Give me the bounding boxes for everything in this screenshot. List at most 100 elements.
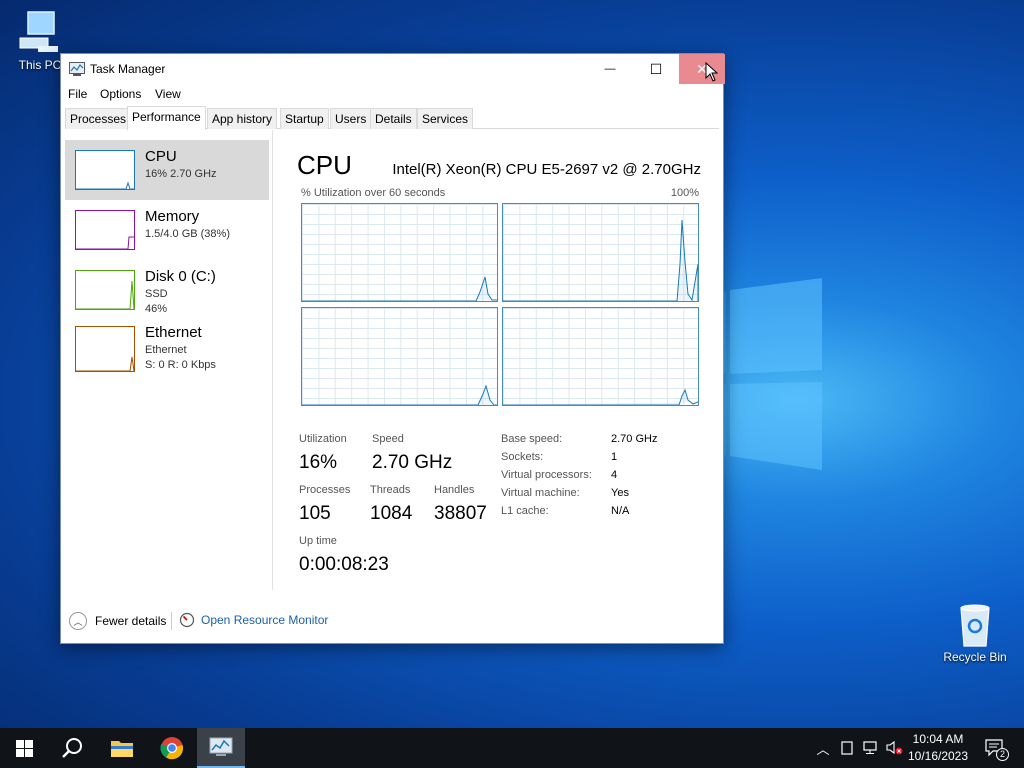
resource-detail-2: 46% [145, 303, 168, 315]
clock-time: 10:04 AM [912, 732, 964, 746]
graph-max-label: 100% [670, 187, 699, 199]
tab-startup[interactable]: Startup [280, 108, 329, 129]
resource-item-disk[interactable]: Disk 0 (C:) SSD 46% [65, 260, 269, 320]
resource-item-ethernet[interactable]: Ethernet Ethernet S: 0 R: 0 Kbps [65, 324, 269, 386]
chrome-icon [160, 737, 184, 760]
spec-label-sockets: Sockets: [501, 451, 544, 463]
tab-processes[interactable]: Processes [65, 108, 132, 129]
start-button[interactable] [0, 728, 48, 768]
resource-monitor-icon [179, 612, 195, 628]
minimize-button[interactable]: — [587, 54, 633, 84]
menu-options[interactable]: Options [100, 87, 141, 101]
spec-label-base-speed: Base speed: [501, 433, 563, 445]
utilization-label: Utilization [299, 433, 347, 445]
spec-label-l1-cache: L1 cache: [501, 505, 549, 517]
tab-app-history[interactable]: App history [207, 108, 278, 129]
resource-name: Ethernet [145, 324, 202, 341]
cpu-core-graph-3 [502, 307, 699, 406]
network-icon [863, 741, 877, 754]
maximize-icon: ☐ [649, 60, 663, 77]
title-bar[interactable]: Task Manager — ☐ ✕ [61, 54, 725, 84]
resource-name: CPU [145, 148, 177, 165]
processes-label: Processes [299, 484, 351, 496]
search-icon [62, 738, 82, 758]
task-manager-taskbar-button[interactable] [197, 728, 245, 768]
chevron-up-icon: ︿ [816, 741, 830, 757]
task-manager-icon [69, 62, 85, 76]
memory-thumbnail-graph [75, 210, 135, 250]
cpu-model-name: Intel(R) Xeon(R) CPU E5-2697 v2 @ 2.70GH… [392, 161, 701, 178]
handles-label: Handles [434, 484, 475, 496]
clock-date: 10/16/2023 [907, 749, 969, 763]
threads-label: Threads [370, 484, 411, 496]
resource-detail: SSD [145, 288, 168, 300]
recycle-bin-label: Recycle Bin [943, 650, 1007, 664]
windows-start-icon [15, 739, 33, 757]
tablet-mode-tray-button[interactable] [836, 728, 858, 768]
maximize-button[interactable]: ☐ [633, 54, 679, 84]
network-tray-button[interactable] [860, 728, 882, 768]
resource-item-memory[interactable]: Memory 1.5/4.0 GB (38%) [65, 200, 269, 260]
ethernet-thumbnail-graph [75, 326, 135, 372]
tab-services[interactable]: Services [417, 108, 474, 129]
open-resource-monitor-link[interactable]: Open Resource Monitor [179, 612, 328, 628]
spec-value-virtual-processors: 4 [611, 469, 618, 481]
task-manager-window: Task Manager — ☐ ✕ File Options View Pro… [60, 53, 725, 644]
notification-count-badge: 2 [996, 748, 1009, 761]
resource-detail-2: S: 0 R: 0 Kbps [145, 359, 216, 371]
menu-view[interactable]: View [155, 87, 181, 101]
taskbar: ︿ 10:04 AM 10/16/2023 2 [0, 728, 1024, 768]
mouse-cursor-icon [705, 62, 719, 82]
computer-icon [19, 11, 58, 52]
action-center-button[interactable]: 2 [980, 728, 1010, 768]
page-title: CPU [297, 150, 352, 180]
cpu-core-graph-0 [301, 203, 498, 302]
menu-bar: File Options View [61, 84, 723, 106]
spec-value-base-speed: 2.70 GHz [611, 433, 658, 445]
search-button[interactable] [48, 728, 96, 768]
uptime-value: 0:00:08:23 [299, 554, 389, 575]
fewer-details-label: Fewer details [95, 614, 167, 628]
open-resource-monitor-label: Open Resource Monitor [201, 613, 329, 627]
tab-users[interactable]: Users [330, 108, 372, 129]
processes-value: 105 [299, 503, 331, 524]
uptime-label: Up time [299, 535, 337, 547]
file-explorer-button[interactable] [98, 728, 146, 768]
tab-details[interactable]: Details [370, 108, 417, 129]
tab-performance[interactable]: Performance [127, 106, 206, 130]
chevron-up-icon: ︿ [69, 612, 87, 630]
this-pc-label: This PC [18, 58, 62, 72]
tablet-icon [841, 741, 853, 755]
spec-value-virtual-machine: Yes [611, 487, 629, 499]
cpu-core-graph-1 [502, 203, 699, 302]
show-hidden-icons-button[interactable]: ︿ [812, 728, 834, 768]
graph-caption: % Utilization over 60 seconds [301, 187, 446, 199]
task-manager-icon [209, 737, 233, 756]
threads-value: 1084 [370, 503, 413, 524]
utilization-value: 16% [299, 452, 338, 473]
resource-detail: 16% 2.70 GHz [145, 168, 217, 180]
cpu-core-graph-2 [301, 307, 498, 406]
handles-value: 38807 [434, 503, 487, 524]
minimize-icon: — [604, 63, 616, 75]
fewer-details-button[interactable]: ︿ Fewer details [69, 612, 166, 630]
file-explorer-icon [111, 741, 133, 757]
spec-value-sockets: 1 [611, 451, 618, 463]
recycle-bin-shortcut[interactable]: Recycle Bin [935, 602, 1015, 664]
footer-divider [171, 612, 172, 630]
spec-label-virtual-processors: Virtual processors: [501, 469, 592, 481]
disk-thumbnail-graph [75, 270, 135, 310]
spec-label-virtual-machine: Virtual machine: [501, 487, 580, 499]
resource-detail: Ethernet [145, 344, 187, 356]
menu-file[interactable]: File [68, 87, 87, 101]
recycle-bin-icon [960, 604, 990, 647]
cpu-thumbnail-graph [75, 150, 135, 190]
resource-detail: 1.5/4.0 GB (38%) [145, 228, 230, 240]
resource-item-cpu[interactable]: CPU 16% 2.70 GHz [65, 140, 269, 200]
footer-bar: ︿ Fewer details Open Resource Monitor [61, 602, 723, 642]
window-title: Task Manager [90, 62, 166, 76]
chrome-button[interactable] [148, 728, 196, 768]
spec-value-l1-cache: N/A [611, 505, 630, 517]
resource-name: Disk 0 (C:) [145, 268, 216, 285]
clock[interactable]: 10:04 AM 10/16/2023 [900, 731, 976, 765]
